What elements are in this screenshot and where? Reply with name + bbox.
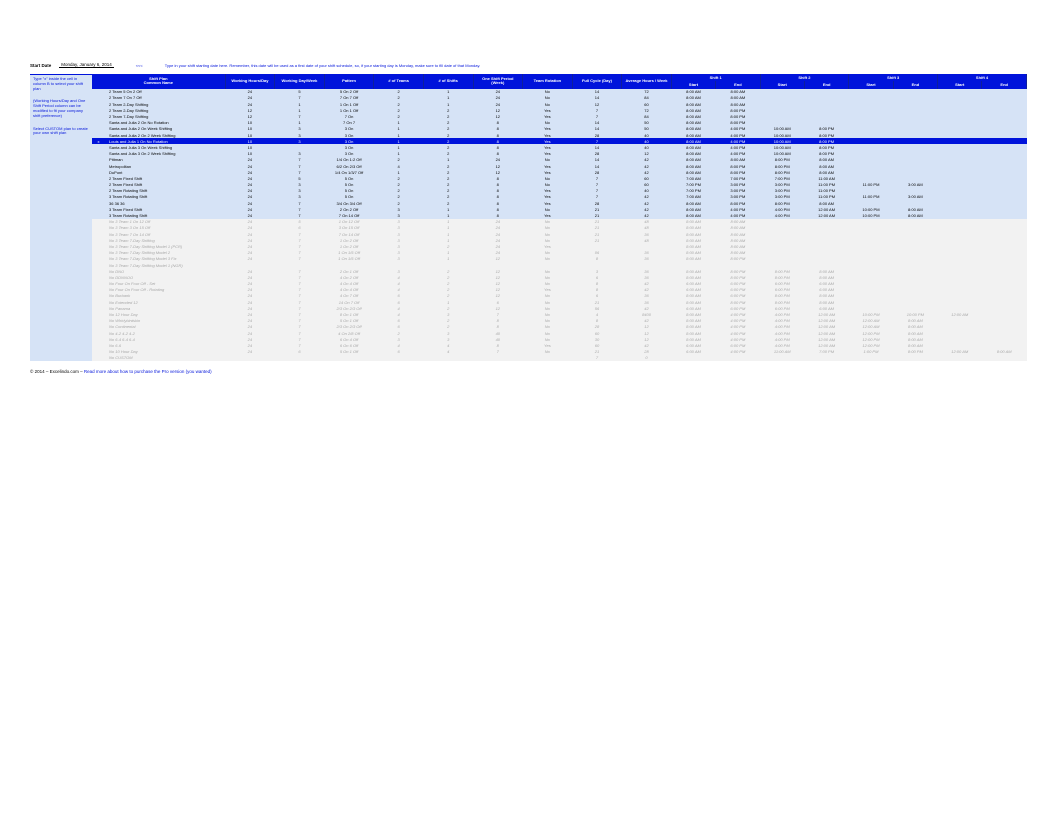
hdr-shifts: # of Shifts xyxy=(423,74,473,89)
footer-link[interactable]: Read more about how to purchase the Pro … xyxy=(84,369,212,374)
table-header: Shift PlanCommon Name Working Hours/Day … xyxy=(92,74,1027,89)
shift-plan-table-wrap: Type "x" inside the cell in column B to … xyxy=(30,74,1027,361)
hdr-rotation: Team Rotation xyxy=(523,74,573,89)
hdr-s4-start: Start xyxy=(938,81,982,88)
data-cell xyxy=(324,355,374,361)
hdr-s3-start: Start xyxy=(849,81,893,88)
table-body-inactive: No 3 Team 1 On 12 Off2451 On 12 Off3124N… xyxy=(92,219,1027,361)
data-cell: 0 xyxy=(622,355,672,361)
data-cell: 7 xyxy=(572,355,622,361)
hdr-s3-end: End xyxy=(893,81,937,88)
data-cell xyxy=(275,355,325,361)
hdr-avg: Average Hours / Week xyxy=(622,74,672,89)
hdr-shift-plan: Shift PlanCommon Name xyxy=(92,74,225,89)
top-arrow: <<< xyxy=(136,63,143,68)
data-cell xyxy=(849,355,893,361)
sidebar-note-3: Select CUSTOM plan to create your own sh… xyxy=(33,127,89,137)
hdr-wdw: Working Day/Week xyxy=(275,74,325,89)
shift-plan-table: Shift PlanCommon Name Working Hours/Day … xyxy=(92,74,1027,361)
hdr-shift1: Shift 1 xyxy=(671,74,760,81)
hdr-s2-end: End xyxy=(804,81,848,88)
data-cell xyxy=(938,355,982,361)
table-row[interactable]: No CUSTOM 70 xyxy=(92,355,1027,361)
hdr-pattern: Pattern xyxy=(324,74,374,89)
table-body-active: 2 Team 5 On 2 Off2455 On 2 Off2124No1472… xyxy=(92,89,1027,219)
sidebar-note-2: (Working Hours/Day and One Shift Period … xyxy=(33,99,89,118)
top-instruction: Type in your shift starting date here. R… xyxy=(165,63,481,68)
footer-copyright: © 2014 – Excelindo.com – xyxy=(30,369,84,374)
start-date-label: Start Date xyxy=(30,63,51,68)
footer: © 2014 – Excelindo.com – Read more about… xyxy=(30,369,1027,374)
hdr-s2-start: Start xyxy=(760,81,804,88)
hdr-s4-end: End xyxy=(982,81,1027,88)
hdr-teams: # of Teams xyxy=(374,74,424,89)
data-cell xyxy=(716,355,760,361)
data-cell xyxy=(225,355,275,361)
data-cell xyxy=(423,355,473,361)
start-date-input[interactable]: Monday, January 6, 2014 xyxy=(59,62,113,68)
hdr-shift4: Shift 4 xyxy=(938,74,1027,81)
hdr-s1-end: End xyxy=(716,81,760,88)
name-cell: No CUSTOM xyxy=(105,355,225,361)
hdr-cycle: Full Cycle (Day) xyxy=(572,74,622,89)
data-cell xyxy=(804,355,848,361)
sidebar-note-1: Type "x" inside the cell in column B to … xyxy=(33,77,89,91)
data-cell xyxy=(523,355,573,361)
hdr-whd: Working Hours/Day xyxy=(225,74,275,89)
hdr-shift2: Shift 2 xyxy=(760,74,849,81)
top-bar: Start Date Monday, January 6, 2014 <<< T… xyxy=(30,62,1027,68)
data-cell xyxy=(473,355,523,361)
hdr-s1-start: Start xyxy=(671,81,715,88)
hdr-shift3: Shift 3 xyxy=(849,74,938,81)
hdr-period: One Shift Period (Week) xyxy=(473,74,523,89)
data-cell xyxy=(671,355,715,361)
data-cell xyxy=(760,355,804,361)
data-cell xyxy=(982,355,1027,361)
sidebar-notes: Type "x" inside the cell in column B to … xyxy=(30,74,92,361)
data-cell xyxy=(893,355,937,361)
select-cell[interactable] xyxy=(92,355,105,361)
data-cell xyxy=(374,355,424,361)
